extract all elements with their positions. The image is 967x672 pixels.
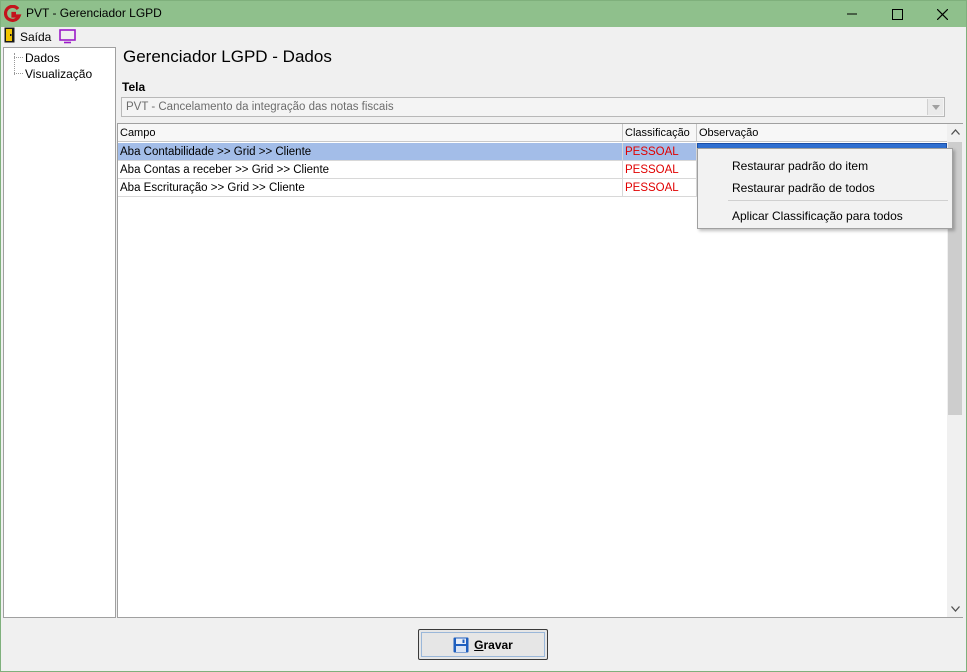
exit-menu-label: Saída — [20, 29, 52, 44]
context-menu-item-restore-item[interactable]: Restaurar padrão do item — [732, 159, 868, 173]
save-button-label-rest: ravar — [483, 637, 513, 652]
save-button-label: Gravar — [474, 638, 513, 652]
tela-select-value: PVT - Cancelamento da integração das not… — [126, 101, 394, 113]
context-menu-separator — [728, 200, 948, 201]
minimize-button[interactable] — [829, 1, 875, 27]
column-header-observacao[interactable]: Observação — [697, 124, 947, 142]
page-title: Gerenciador LGPD - Dados — [123, 47, 332, 66]
scroll-down-icon[interactable] — [947, 601, 963, 617]
context-menu-item-restore-all[interactable]: Restaurar padrão de todos — [732, 181, 875, 195]
exit-door-icon — [4, 27, 16, 46]
tree-connector — [14, 73, 23, 74]
title-bar: PVT - Gerenciador LGPD — [1, 1, 966, 27]
cell-classificacao[interactable]: PESSOAL — [623, 161, 697, 178]
tree-item-dados[interactable]: Dados — [25, 51, 60, 65]
tela-select[interactable]: PVT - Cancelamento da integração das not… — [121, 97, 945, 117]
tela-label: Tela — [122, 80, 146, 94]
column-header-campo[interactable]: Campo — [118, 124, 623, 142]
chevron-down-icon[interactable] — [927, 99, 943, 115]
context-menu-item-apply-all[interactable]: Aplicar Classificação para todos — [732, 209, 903, 223]
save-button[interactable]: Gravar — [418, 629, 548, 660]
floppy-disk-icon — [453, 637, 469, 653]
monitor-icon[interactable] — [59, 29, 77, 44]
exit-menu-item[interactable]: Saída — [4, 27, 52, 46]
maximize-button[interactable] — [874, 1, 920, 27]
app-window: PVT - Gerenciador LGPD Saída Dados Visua… — [0, 0, 967, 672]
grid-header: Campo Classificação Observação — [118, 124, 947, 142]
tree-item-visualizacao[interactable]: Visualização — [25, 67, 92, 81]
navigation-tree: Dados Visualização — [3, 47, 116, 618]
tree-connector — [14, 57, 23, 58]
scroll-up-icon[interactable] — [947, 124, 963, 140]
cell-campo[interactable]: Aba Contabilidade >> Grid >> Cliente — [118, 143, 623, 160]
cell-classificacao[interactable]: PESSOAL — [623, 179, 697, 196]
window-title: PVT - Gerenciador LGPD — [26, 6, 162, 20]
app-logo-icon — [3, 4, 22, 23]
cell-campo[interactable]: Aba Escrituração >> Grid >> Cliente — [118, 179, 623, 196]
menu-bar: Saída — [1, 27, 966, 46]
cell-campo[interactable]: Aba Contas a receber >> Grid >> Cliente — [118, 161, 623, 178]
cell-classificacao[interactable]: PESSOAL — [623, 143, 697, 160]
context-menu: Restaurar padrão do item Restaurar padrã… — [697, 148, 953, 229]
close-button[interactable] — [919, 1, 965, 27]
column-header-classificacao[interactable]: Classificação — [623, 124, 697, 142]
